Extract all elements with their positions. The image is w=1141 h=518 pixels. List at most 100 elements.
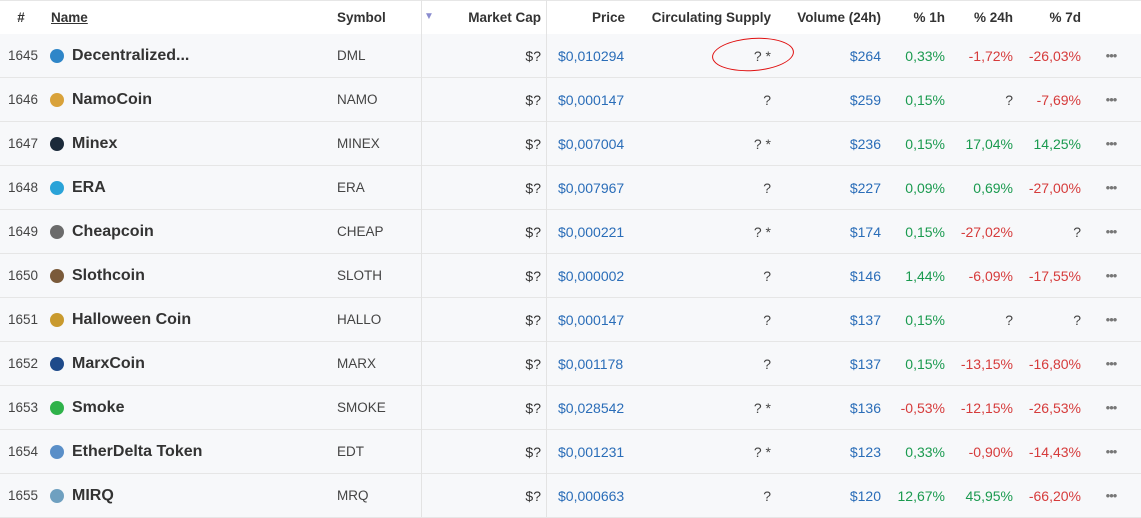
coin-name-link[interactable]: Slothcoin [72, 267, 145, 285]
more-options-icon[interactable]: ••• [1096, 210, 1126, 253]
volume-link[interactable]: $136 [780, 386, 881, 429]
more-options-icon[interactable]: ••• [1096, 166, 1126, 209]
header-price[interactable]: Price [547, 1, 625, 34]
coin-name-link[interactable]: MIRQ [72, 487, 114, 505]
column-divider [421, 0, 422, 517]
supply-cell: ? [763, 91, 771, 108]
table-row[interactable]: 1649 Cheapcoin CHEAP $? $0,000221? * $174 0,15… [0, 210, 1141, 254]
change-7d-cell: ? [1073, 311, 1081, 328]
volume-link[interactable]: $137 [780, 342, 881, 385]
more-options-icon[interactable]: ••• [1096, 474, 1126, 517]
coin-name-link[interactable]: NamoCoin [72, 91, 152, 109]
etherdelta-icon [50, 444, 64, 459]
symbol-cell: MARX [337, 356, 377, 371]
change-24h-cell: -0,90% [968, 443, 1013, 460]
more-options-icon[interactable]: ••• [1096, 34, 1126, 77]
change-1h-cell: 0,33% [905, 443, 945, 460]
coin-name-cell[interactable]: Minex [50, 122, 336, 165]
coin-name-link[interactable]: EtherDelta Token [72, 443, 202, 461]
header-circulating-supply[interactable]: Circulating Supply [630, 1, 771, 34]
volume-link[interactable]: $264 [780, 34, 881, 77]
more-options-icon[interactable]: ••• [1096, 122, 1126, 165]
more-options-icon[interactable]: ••• [1096, 430, 1126, 473]
table-row[interactable]: 1651 Halloween Coin HALLO $? $0,000147? $137 0… [0, 298, 1141, 342]
halloween-coin-icon [50, 312, 64, 327]
supply-cell: ? [763, 355, 771, 372]
more-options-icon[interactable]: ••• [1096, 342, 1126, 385]
header-symbol[interactable]: Symbol [337, 1, 421, 34]
symbol-cell: EDT [337, 444, 364, 459]
volume-link[interactable]: $137 [780, 298, 881, 341]
more-options-icon[interactable]: ••• [1096, 78, 1126, 121]
header-volume[interactable]: Volume (24h) [780, 1, 881, 34]
coin-name-link[interactable]: Smoke [72, 399, 124, 417]
change-1h-cell: 0,15% [905, 355, 945, 372]
table-row[interactable]: 1650 Slothcoin SLOTH $? $0,000002? $146 1,44% -… [0, 254, 1141, 298]
table-row[interactable]: 1653 Smoke SMOKE $? $0,028542? * $136 -0,53% -1… [0, 386, 1141, 430]
rank-cell: 1649 [8, 224, 39, 239]
volume-link[interactable]: $259 [780, 78, 881, 121]
coin-name-link[interactable]: Decentralized... [72, 47, 189, 65]
mirq-icon [50, 488, 64, 503]
table-row[interactable]: 1646 NamoCoin NAMO $? $0,000147? $259 0,15%? -7… [0, 78, 1141, 122]
header-change-24h[interactable]: % 24h [950, 1, 1013, 34]
market-cap-cell: $? [525, 223, 541, 240]
coin-name-link[interactable]: MarxCoin [72, 355, 145, 373]
coin-name-link[interactable]: Halloween Coin [72, 311, 191, 329]
change-1h-cell: 0,15% [905, 223, 945, 240]
volume-link[interactable]: $174 [780, 210, 881, 253]
coin-name-cell[interactable]: Smoke [50, 386, 336, 429]
coin-name-cell[interactable]: Halloween Coin [50, 298, 336, 341]
coin-name-cell[interactable]: Slothcoin [50, 254, 336, 297]
change-1h-cell: -0,53% [900, 399, 945, 416]
table-row[interactable]: 1648 ERA ERA $? $0,007967? $227 0,09% 0,69% -27,… [0, 166, 1141, 210]
coin-name-cell[interactable]: NamoCoin [50, 78, 336, 121]
header-rank[interactable]: # [0, 1, 42, 34]
table-row[interactable]: 1652 MarxCoin MARX $? $0,001178? $137 0,15% -13… [0, 342, 1141, 386]
change-1h-cell: 0,15% [905, 135, 945, 152]
table-row[interactable]: 1654 EtherDelta Token EDT $? $0,001231? * $12… [0, 430, 1141, 474]
slothcoin-icon [50, 268, 64, 283]
table-row[interactable]: 1655 MIRQ MRQ $? $0,000663? $120 12,67% 45,95% -… [0, 474, 1141, 518]
symbol-cell: CHEAP [337, 224, 384, 239]
coin-name-cell[interactable]: ERA [50, 166, 336, 209]
change-7d-cell: -26,03% [1028, 47, 1081, 64]
symbol-cell: SMOKE [337, 400, 386, 415]
more-options-icon[interactable]: ••• [1096, 298, 1126, 341]
symbol-cell: HALLO [337, 312, 382, 327]
more-options-icon[interactable]: ••• [1096, 254, 1126, 297]
change-7d-cell: -14,43% [1028, 443, 1081, 460]
volume-link[interactable]: $123 [780, 430, 881, 473]
volume-link[interactable]: $146 [780, 254, 881, 297]
coin-name-link[interactable]: Cheapcoin [72, 223, 154, 241]
symbol-cell: NAMO [337, 92, 378, 107]
coin-name-cell[interactable]: EtherDelta Token [50, 430, 336, 473]
coin-name-cell[interactable]: Cheapcoin [50, 210, 336, 253]
era-icon [50, 180, 64, 195]
coin-name-link[interactable]: Minex [72, 135, 117, 153]
supply-cell: ? [763, 267, 771, 284]
header-market-cap[interactable]: Market Cap [421, 1, 541, 34]
table-row[interactable]: 1645 Decentralized... DML $? $0,010294? * $26… [0, 34, 1141, 78]
more-options-icon[interactable]: ••• [1096, 386, 1126, 429]
volume-link[interactable]: $236 [780, 122, 881, 165]
change-7d-cell: -17,55% [1028, 267, 1081, 284]
header-change-1h[interactable]: % 1h [890, 1, 945, 34]
header-name[interactable]: Name [51, 1, 337, 34]
crypto-table: # Name Symbol ▼ Market Cap Price Circula… [0, 0, 1141, 518]
coin-name-cell[interactable]: Decentralized... [50, 34, 336, 77]
volume-link[interactable]: $120 [780, 474, 881, 517]
change-24h-cell: ? [1005, 91, 1013, 108]
supply-cell: ? [763, 487, 771, 504]
header-change-7d[interactable]: % 7d [1018, 1, 1081, 34]
table-row[interactable]: 1647 Minex MINEX $? $0,007004? * $236 0,15% 17,… [0, 122, 1141, 166]
volume-link[interactable]: $227 [780, 166, 881, 209]
coin-name-cell[interactable]: MarxCoin [50, 342, 336, 385]
market-cap-cell: $? [525, 355, 541, 372]
rank-cell: 1651 [8, 312, 39, 327]
supply-cell: ? * [753, 47, 771, 64]
coin-name-cell[interactable]: MIRQ [50, 474, 336, 517]
coin-name-link[interactable]: ERA [72, 179, 106, 197]
supply-cell: ? [763, 179, 771, 196]
symbol-cell: ERA [337, 180, 365, 195]
